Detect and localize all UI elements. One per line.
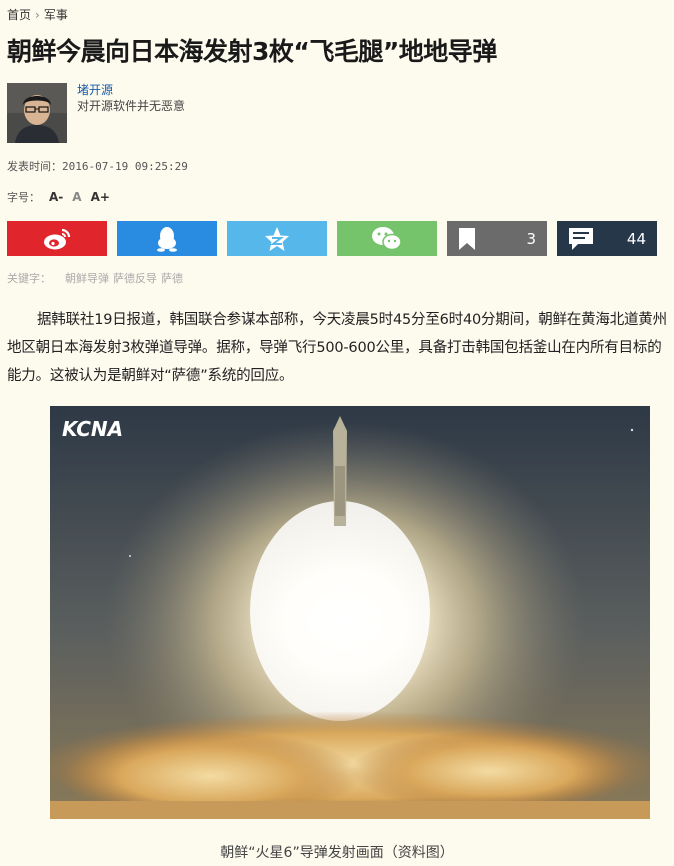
comment-count: 44 [626,229,646,248]
qzone-star-icon [264,226,290,252]
font-size-decrease-button[interactable]: A- [49,190,63,204]
font-size-control: 字号： A- A A+ [7,189,110,205]
comment-button[interactable]: 44 [557,221,657,256]
publish-time: 发表时间：2016-07-19 09:25:29 [7,158,188,174]
breadcrumb-home-link[interactable]: 首页 [7,6,31,23]
keywords: 关键字： 朝鲜导弹 萨德反导 萨德 [7,270,183,286]
qq-penguin-icon [156,226,178,252]
bookmark-button[interactable]: 3 [447,221,547,256]
bookmark-icon [458,227,476,251]
article-title: 朝鲜今晨向日本海发射3枚“飞毛腿”地地导弹 [7,37,497,66]
publish-time-value: 2016-07-19 09:25:29 [62,160,188,173]
share-qzone-button[interactable] [227,221,327,256]
author-avatar[interactable] [7,83,67,143]
photo-watermark: KCNA [62,417,123,441]
keywords-label: 关键字： [7,272,51,285]
keyword-link[interactable]: 萨德 [161,270,183,286]
keyword-link[interactable]: 朝鲜导弹 [65,270,109,286]
author-block: 堵开源 对开源软件并无恶意 [7,83,185,143]
share-wechat-button[interactable] [337,221,437,256]
author-name-link[interactable]: 堵开源 [77,83,185,98]
article-body: 据韩联社19日报道，韩国联合参谋本部称，今天凌晨5时45分至6时40分期间，朝鲜… [7,312,667,384]
font-size-increase-button[interactable]: A+ [91,190,110,204]
font-size-normal-button[interactable]: A [72,190,81,204]
share-bar: 3 44 [7,221,657,256]
font-size-label: 字号： [7,191,40,204]
weibo-icon [42,227,72,251]
breadcrumb-section-link[interactable]: 军事 [44,6,68,23]
breadcrumb-separator: › [35,7,40,22]
share-qq-button[interactable] [117,221,217,256]
bookmark-count: 3 [526,229,536,248]
keyword-link[interactable]: 萨德反导 [113,270,157,286]
breadcrumb: 首页 › 军事 [7,6,68,23]
photo-caption: 朝鲜“火星6”导弹发射画面（资料图） [220,845,454,861]
wechat-icon [371,226,403,252]
comment-icon [568,227,594,251]
article-photo: KCNA [50,406,650,819]
share-weibo-button[interactable] [7,221,107,256]
author-info: 堵开源 对开源软件并无恶意 [77,83,185,143]
publish-time-label: 发表时间： [7,160,62,173]
author-signature: 对开源软件并无恶意 [77,99,186,113]
